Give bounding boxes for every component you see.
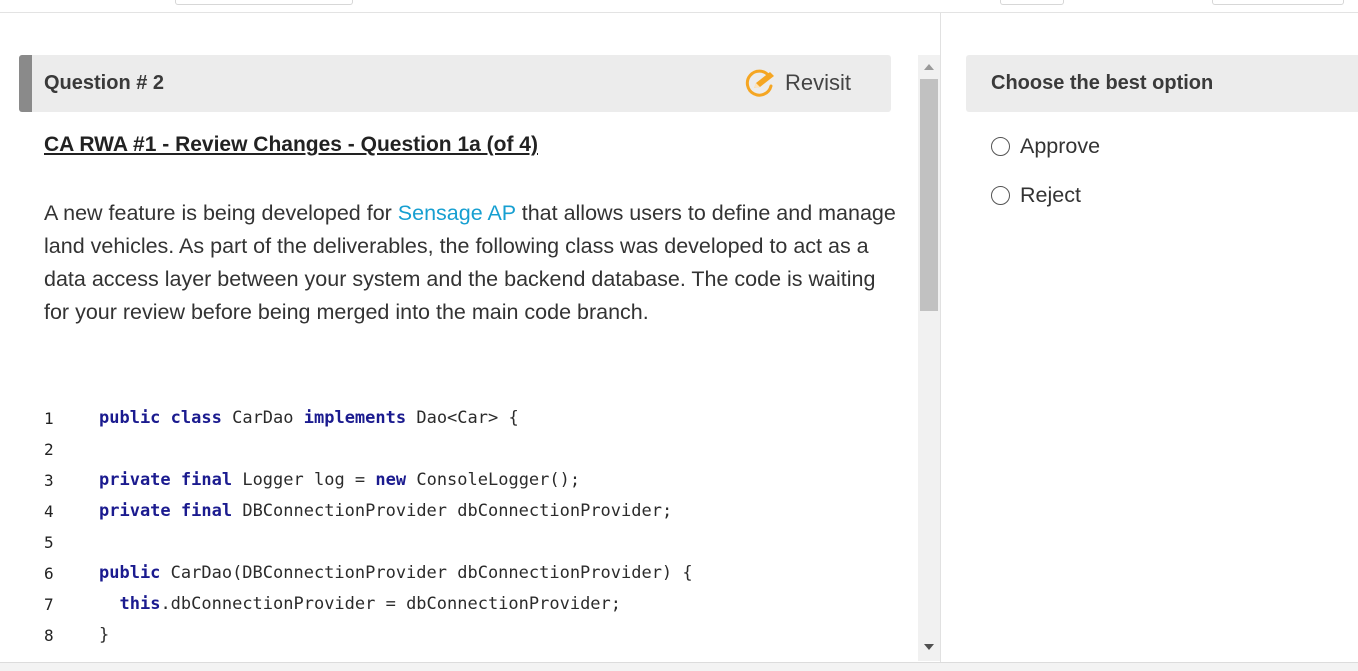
revisit-icon [743, 68, 777, 98]
revisit-button[interactable]: Revisit [743, 68, 851, 98]
scrollbar[interactable] [918, 55, 940, 661]
option-approve[interactable]: Approve [991, 131, 1100, 161]
top-tab[interactable] [1212, 0, 1344, 5]
question-number: Question # 2 [44, 72, 165, 94]
code-line: 4 private final DBConnectionProvider dbCo… [44, 496, 904, 527]
line-number: 5 [44, 533, 54, 552]
code-line: 8} [44, 620, 904, 651]
option-label: Approve [1020, 133, 1101, 158]
line-number: 4 [44, 502, 54, 521]
code-text: this.dbConnectionProvider = dbConnection… [119, 594, 622, 614]
code-line: 6 public CarDao(DBConnectionProvider dbCo… [44, 558, 904, 589]
code-text: private final Logger log = new ConsoleLo… [99, 470, 581, 490]
line-number: 6 [44, 564, 54, 583]
line-number: 3 [44, 471, 54, 490]
scrollbar-thumb[interactable] [920, 79, 938, 311]
line-number: 2 [44, 440, 54, 459]
scroll-up-arrow-icon[interactable] [924, 64, 934, 70]
top-bar [0, 0, 1358, 13]
code-text: } [99, 625, 110, 645]
description-text: A new feature is being developed for [44, 201, 398, 225]
product-link[interactable]: Sensage AP [398, 201, 516, 225]
radio-button[interactable] [991, 136, 1010, 156]
code-line: 5 [44, 527, 904, 558]
option-reject[interactable]: Reject [991, 180, 1081, 210]
question-header: Question # 2 Revisit [19, 55, 891, 112]
line-number: 7 [44, 595, 54, 614]
question-subtitle: CA RWA #1 - Review Changes - Question 1a… [44, 133, 538, 156]
revisit-label: Revisit [784, 70, 851, 95]
panel-divider [940, 13, 941, 663]
code-line: 2 [44, 434, 904, 465]
line-number: 1 [44, 409, 54, 428]
top-tab[interactable] [1000, 0, 1064, 5]
code-text: public CarDao(DBConnectionProvider dbCon… [99, 563, 693, 583]
option-label: Reject [1020, 182, 1081, 207]
code-line: 7 this.dbConnectionProvider = dbConnecti… [44, 589, 904, 620]
top-tab[interactable] [175, 0, 353, 5]
options-title: Choose the best option [991, 72, 1214, 94]
radio-button[interactable] [991, 185, 1010, 205]
code-text: private final DBConnectionProvider dbCon… [99, 501, 673, 521]
header-accent-bar [19, 55, 32, 112]
code-line: 1 public class CarDao implements Dao<Car>… [44, 403, 904, 434]
scroll-down-arrow-icon[interactable] [924, 644, 934, 650]
code-text: public class CarDao implements Dao<Car> … [99, 408, 519, 428]
options-header: Choose the best option [966, 55, 1358, 112]
code-block: 1 public class CarDao implements Dao<Car>… [44, 403, 904, 651]
question-description: A new feature is being developed for Sen… [44, 197, 904, 329]
line-number: 8 [44, 626, 54, 645]
code-line: 3 private final Logger log = new ConsoleL… [44, 465, 904, 496]
